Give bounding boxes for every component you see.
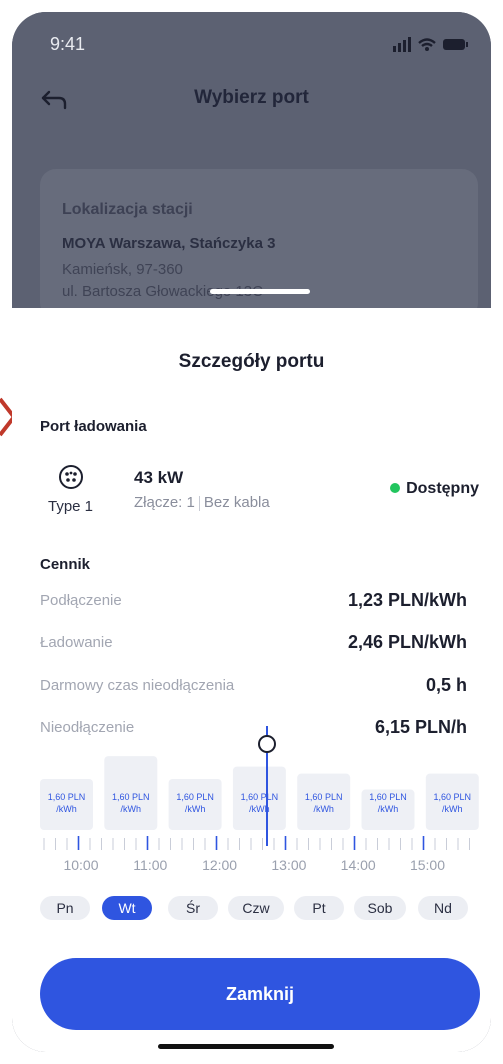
- connector-count: Złącze: 1: [134, 494, 195, 511]
- day-pill[interactable]: Pn: [40, 896, 90, 920]
- x-tick-label: 15:00: [410, 857, 445, 873]
- home-indicator: [158, 1044, 334, 1049]
- cable-info: Bez kabla: [203, 494, 270, 511]
- page-title: Wybierz port: [194, 87, 309, 108]
- day-pill[interactable]: Czw: [228, 896, 284, 920]
- phone-screen: 9:41 Wybierz port Lokalizacja stacji MOY…: [12, 12, 491, 1052]
- bar-price-label: 1,60 PLN: [305, 792, 343, 802]
- pricing-section-heading: Cennik: [40, 556, 91, 573]
- bar-unit-label: /kWh: [185, 804, 206, 814]
- price-value-free-time: 0,5 h: [425, 675, 467, 695]
- day-pill[interactable]: Śr: [168, 896, 218, 920]
- sheet-drag-handle[interactable]: [210, 289, 310, 294]
- status-text: Dostępny: [406, 480, 479, 497]
- bar-price-label: 1,60 PLN: [176, 792, 214, 802]
- price-label-charging: Ładowanie: [40, 634, 113, 651]
- close-button[interactable]: Zamknij: [40, 958, 480, 1030]
- price-label-connection: Podłączenie: [40, 592, 122, 609]
- bar-price-label: 1,60 PLN: [434, 792, 472, 802]
- location-heading: Lokalizacja stacji: [62, 201, 193, 218]
- port-section-heading: Port ładowania: [40, 418, 147, 435]
- bar-price-label: 1,60 PLN: [241, 792, 279, 802]
- status-badge: Dostępny: [390, 480, 479, 498]
- status-icons: [393, 37, 468, 52]
- divider: [198, 495, 200, 511]
- port-power: 43 kW: [134, 468, 184, 487]
- connector-type1-icon: [59, 465, 83, 489]
- bar-unit-label: /kWh: [56, 804, 77, 814]
- day-pill[interactable]: Nd: [418, 896, 468, 920]
- bar-price-label: 1,60 PLN: [112, 792, 150, 802]
- price-value-charging: 2,46 PLN/kWh: [347, 632, 467, 652]
- bar-unit-label: /kWh: [121, 804, 142, 814]
- port-details-sheet: Szczegóły portu Port ładowania Type 1 43…: [12, 308, 491, 1052]
- bar-unit-label: /kWh: [378, 804, 399, 814]
- x-tick-label: 10:00: [63, 857, 98, 873]
- bar-price-label: 1,60 PLN: [48, 792, 86, 802]
- price-value-connection: 1,23 PLN/kWh: [347, 590, 467, 610]
- status-dot-icon: [390, 483, 401, 493]
- price-label-free-time: Darmowy czas nieodłączenia: [40, 677, 235, 694]
- x-tick-label: 14:00: [341, 857, 376, 873]
- day-pill[interactable]: Sob: [354, 896, 406, 920]
- time-marker-handle[interactable]: [258, 735, 276, 753]
- day-pill[interactable]: Wt: [102, 896, 152, 920]
- bar-price-label: 1,60 PLN: [369, 792, 407, 802]
- location-city: Kamieńsk, 97-360: [62, 261, 183, 278]
- port-details: Złącze: 1 Bez kabla: [134, 494, 270, 511]
- x-tick-label: 11:00: [133, 857, 167, 873]
- x-tick-label: 12:00: [202, 857, 237, 873]
- port-type-label: Type 1: [48, 498, 94, 515]
- hourly-price-chart[interactable]: 1,60 PLN/kWh 1,60 PLN/kWh 1,60 PLN/kWh 1,60…: [38, 726, 483, 912]
- location-card: Lokalizacja stacji MOYA Warszawa, Stańcz…: [40, 169, 478, 319]
- bar-unit-label: /kWh: [442, 804, 463, 814]
- sheet-title: Szczegóły portu: [178, 351, 325, 372]
- x-tick-label: 13:00: [271, 857, 306, 873]
- day-pill[interactable]: Pt: [294, 896, 344, 920]
- status-time: 9:41: [50, 34, 86, 54]
- location-name: MOYA Warszawa, Stańczyka 3: [62, 235, 276, 252]
- bar-unit-label: /kWh: [313, 804, 334, 814]
